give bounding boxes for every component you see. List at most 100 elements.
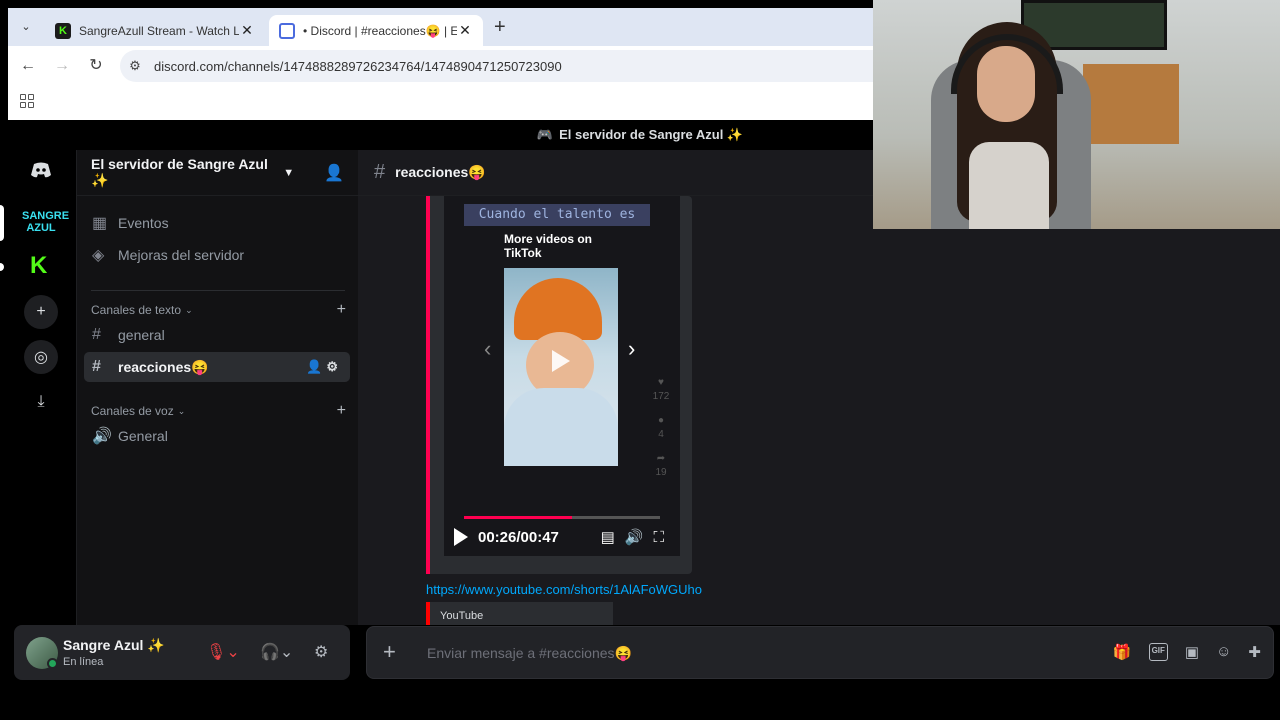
reload-icon[interactable]: ↻ — [86, 56, 106, 76]
sidebar-item-label: Mejoras del servidor — [118, 247, 245, 263]
new-tab-icon[interactable]: + — [494, 17, 506, 37]
browser-toolbar: ← → ↻ ⚙ discord.com/channels/14748882897… — [8, 46, 880, 86]
channel-general[interactable]: # general — [84, 320, 350, 350]
apps-icon[interactable]: ✚ — [1248, 643, 1261, 661]
back-icon[interactable]: ← — [18, 56, 38, 76]
video-player[interactable]: Cuando el talento es More videos on TikT… — [444, 196, 680, 556]
discover-icon[interactable]: ◎ — [24, 340, 58, 374]
close-icon[interactable]: ✕ — [239, 22, 255, 39]
online-status-icon — [47, 658, 58, 669]
speaker-icon: 🔊 — [92, 428, 112, 445]
selected-server-pill — [0, 205, 4, 241]
category-label: Canales de voz — [91, 404, 174, 418]
gear-icon[interactable]: ⚙ — [314, 642, 328, 662]
category-voice[interactable]: Canales de voz ⌄ + — [91, 402, 346, 420]
hash-icon: # — [92, 358, 101, 375]
channel-settings-icon[interactable]: 👤⚙ — [306, 359, 342, 375]
tab-kick[interactable]: K SangreAzull Stream - Watch Live ✕ — [45, 15, 265, 46]
prev-arrow-icon[interactable]: ‹ — [484, 336, 491, 362]
next-arrow-icon[interactable]: › — [628, 336, 635, 362]
forward-icon[interactable]: → — [52, 56, 72, 76]
gif-icon[interactable]: GIF — [1148, 643, 1168, 661]
sidebar-item-label: Eventos — [118, 215, 169, 231]
discord-home-icon[interactable] — [24, 153, 58, 187]
window-title: El servidor de Sangre Azul ✨ — [559, 127, 744, 142]
youtube-embed: YouTube — [426, 602, 613, 625]
channel-reacciones[interactable]: # reacciones😝 👤⚙ — [84, 352, 350, 382]
mic-muted-icon[interactable]: 🎙⌄ — [206, 642, 240, 662]
category-text[interactable]: Canales de texto ⌄ + — [91, 301, 346, 319]
caption-volume-fullscreen-icons[interactable]: ▤🔊⛶ — [601, 528, 674, 546]
play-overlay-icon[interactable] — [552, 350, 570, 372]
headphones-icon[interactable]: 🎧⌄ — [260, 642, 293, 662]
message-input[interactable]: Enviar mensaje a #reacciones😝 — [427, 645, 632, 662]
video-stats: ♥ 172 ● 4 ➦ 19 — [648, 376, 674, 480]
shares-count: 19 — [655, 467, 667, 478]
sticker-icon[interactable]: ▣ — [1185, 643, 1199, 661]
comment-icon: ● — [657, 415, 665, 426]
hash-icon: # — [374, 161, 386, 183]
add-channel-icon[interactable]: + — [337, 301, 346, 319]
gift-icon[interactable]: 🎁 — [1113, 643, 1132, 661]
category-label: Canales de texto — [91, 303, 182, 317]
user-panel: Sangre Azul ✨ En línea 🎙⌄ 🎧⌄ ⚙ — [14, 625, 350, 680]
tiktok-text: TikTok — [504, 246, 542, 260]
kick-icon: K — [55, 22, 71, 39]
composer-actions: 🎁 GIF ▣ ☺ ✚ — [1113, 643, 1261, 661]
play-icon[interactable] — [454, 528, 468, 546]
attach-plus-icon[interactable]: + — [383, 641, 396, 663]
progress-fill — [464, 516, 572, 519]
chevron-down-icon: ▼ — [283, 166, 295, 179]
streamer-top — [969, 142, 1049, 229]
divider — [91, 290, 345, 291]
avatar[interactable] — [26, 637, 58, 669]
webcam-overlay — [873, 0, 1280, 229]
channel-label: reacciones😝 — [118, 358, 209, 375]
tab-discord[interactable]: • Discord | #reacciones😝 | El s ✕ — [269, 15, 483, 46]
url-text: discord.com/channels/1474888289726234764… — [154, 58, 562, 74]
download-icon[interactable]: ⤓ — [24, 385, 58, 419]
tab-title: • Discord | #reacciones😝 | El s — [303, 23, 457, 38]
chevron-down-icon: ⌄ — [185, 304, 193, 315]
video-controls: 00:26/00:47 ▤🔊⛶ — [454, 526, 674, 548]
user-status: En línea — [63, 656, 104, 668]
tab-title: SangreAzull Stream - Watch Live — [79, 23, 239, 38]
channel-title: reacciones😝 — [395, 164, 486, 180]
emoji-icon[interactable]: ☺ — [1216, 643, 1231, 661]
video-thumbnail[interactable] — [504, 268, 618, 466]
channel-label: general — [118, 327, 165, 343]
server-header[interactable]: El servidor de Sangre Azul ✨ ▼ 👤 — [77, 150, 358, 196]
address-bar[interactable]: ⚙ discord.com/channels/14748882897262347… — [120, 50, 880, 82]
video-time: 00:26/00:47 — [478, 528, 559, 546]
boost-icon: ◈ — [92, 247, 105, 264]
message-link[interactable]: https://www.youtube.com/shorts/1AlAFoWGU… — [426, 582, 702, 597]
thumbnail-art — [504, 388, 618, 466]
hash-icon: # — [92, 326, 101, 343]
embed-provider: YouTube — [440, 610, 484, 622]
more-videos-text: More videos on — [504, 232, 593, 246]
heart-icon: ♥ — [658, 377, 664, 388]
username: Sangre Azul ✨ — [63, 637, 165, 653]
more-videos-label: More videos on TikTok — [504, 232, 592, 260]
share-icon: ➦ — [656, 453, 666, 464]
invite-icon[interactable]: 👤 — [324, 163, 344, 183]
discord-icon — [279, 22, 295, 39]
server-kick[interactable]: K — [30, 254, 52, 278]
add-channel-icon[interactable]: + — [337, 402, 346, 420]
apps-grid-icon[interactable] — [20, 94, 34, 108]
tab-strip: ⌄ K SangreAzull Stream - Watch Live ✕ • … — [8, 8, 873, 46]
voice-channel-general[interactable]: 🔊 General — [84, 421, 350, 451]
chevron-down-icon: ⌄ — [177, 405, 186, 416]
add-server-icon[interactable]: + — [24, 295, 58, 329]
tab-search-icon[interactable]: ⌄ — [16, 17, 36, 37]
server-sangre-azul[interactable]: SANGRE AZUL — [22, 207, 69, 239]
close-icon[interactable]: ✕ — [457, 22, 473, 39]
progress-bar[interactable] — [464, 516, 660, 519]
sidebar-item-events[interactable]: ▦ Eventos — [84, 208, 350, 238]
sidebar-item-boosts[interactable]: ◈ Mejoras del servidor — [84, 240, 350, 270]
site-settings-icon[interactable]: ⚙ — [120, 58, 150, 74]
channel-sidebar: El servidor de Sangre Azul ✨ ▼ 👤 ▦ Event… — [76, 150, 358, 625]
video-caption: Cuando el talento es — [464, 204, 650, 226]
message-composer[interactable]: + Enviar mensaje a #reacciones😝 🎁 GIF ▣ … — [366, 626, 1274, 679]
tiktok-embed: Cuando el talento es More videos on TikT… — [426, 196, 692, 574]
